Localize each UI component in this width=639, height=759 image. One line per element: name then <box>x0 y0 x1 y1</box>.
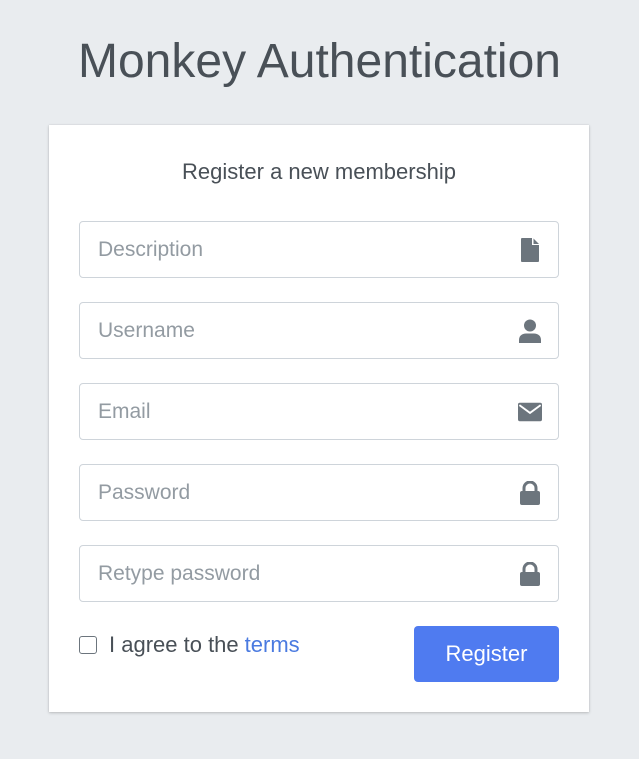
email-input[interactable] <box>80 384 500 439</box>
file-icon <box>518 238 542 262</box>
description-input[interactable] <box>80 222 500 277</box>
terms-label: I agree to the <box>109 632 239 657</box>
app-title: Monkey Authentication <box>78 35 561 88</box>
description-field <box>79 221 559 278</box>
terms-row: I agree to the terms <box>79 630 300 660</box>
user-icon <box>518 319 542 343</box>
retype-password-field <box>79 545 559 602</box>
agree-checkbox[interactable] <box>79 636 97 654</box>
retype-password-input[interactable] <box>80 546 500 601</box>
password-field <box>79 464 559 521</box>
terms-link[interactable]: terms <box>245 632 300 658</box>
register-card: Register a new membership I agree to the <box>49 125 589 712</box>
username-input[interactable] <box>80 303 500 358</box>
card-message: Register a new membership <box>182 159 456 184</box>
lock-icon <box>518 562 542 586</box>
password-input[interactable] <box>80 465 500 520</box>
username-field <box>79 302 559 359</box>
register-button[interactable]: Register <box>414 626 559 682</box>
email-field <box>79 383 559 440</box>
envelope-icon <box>518 400 542 424</box>
lock-icon <box>518 481 542 505</box>
